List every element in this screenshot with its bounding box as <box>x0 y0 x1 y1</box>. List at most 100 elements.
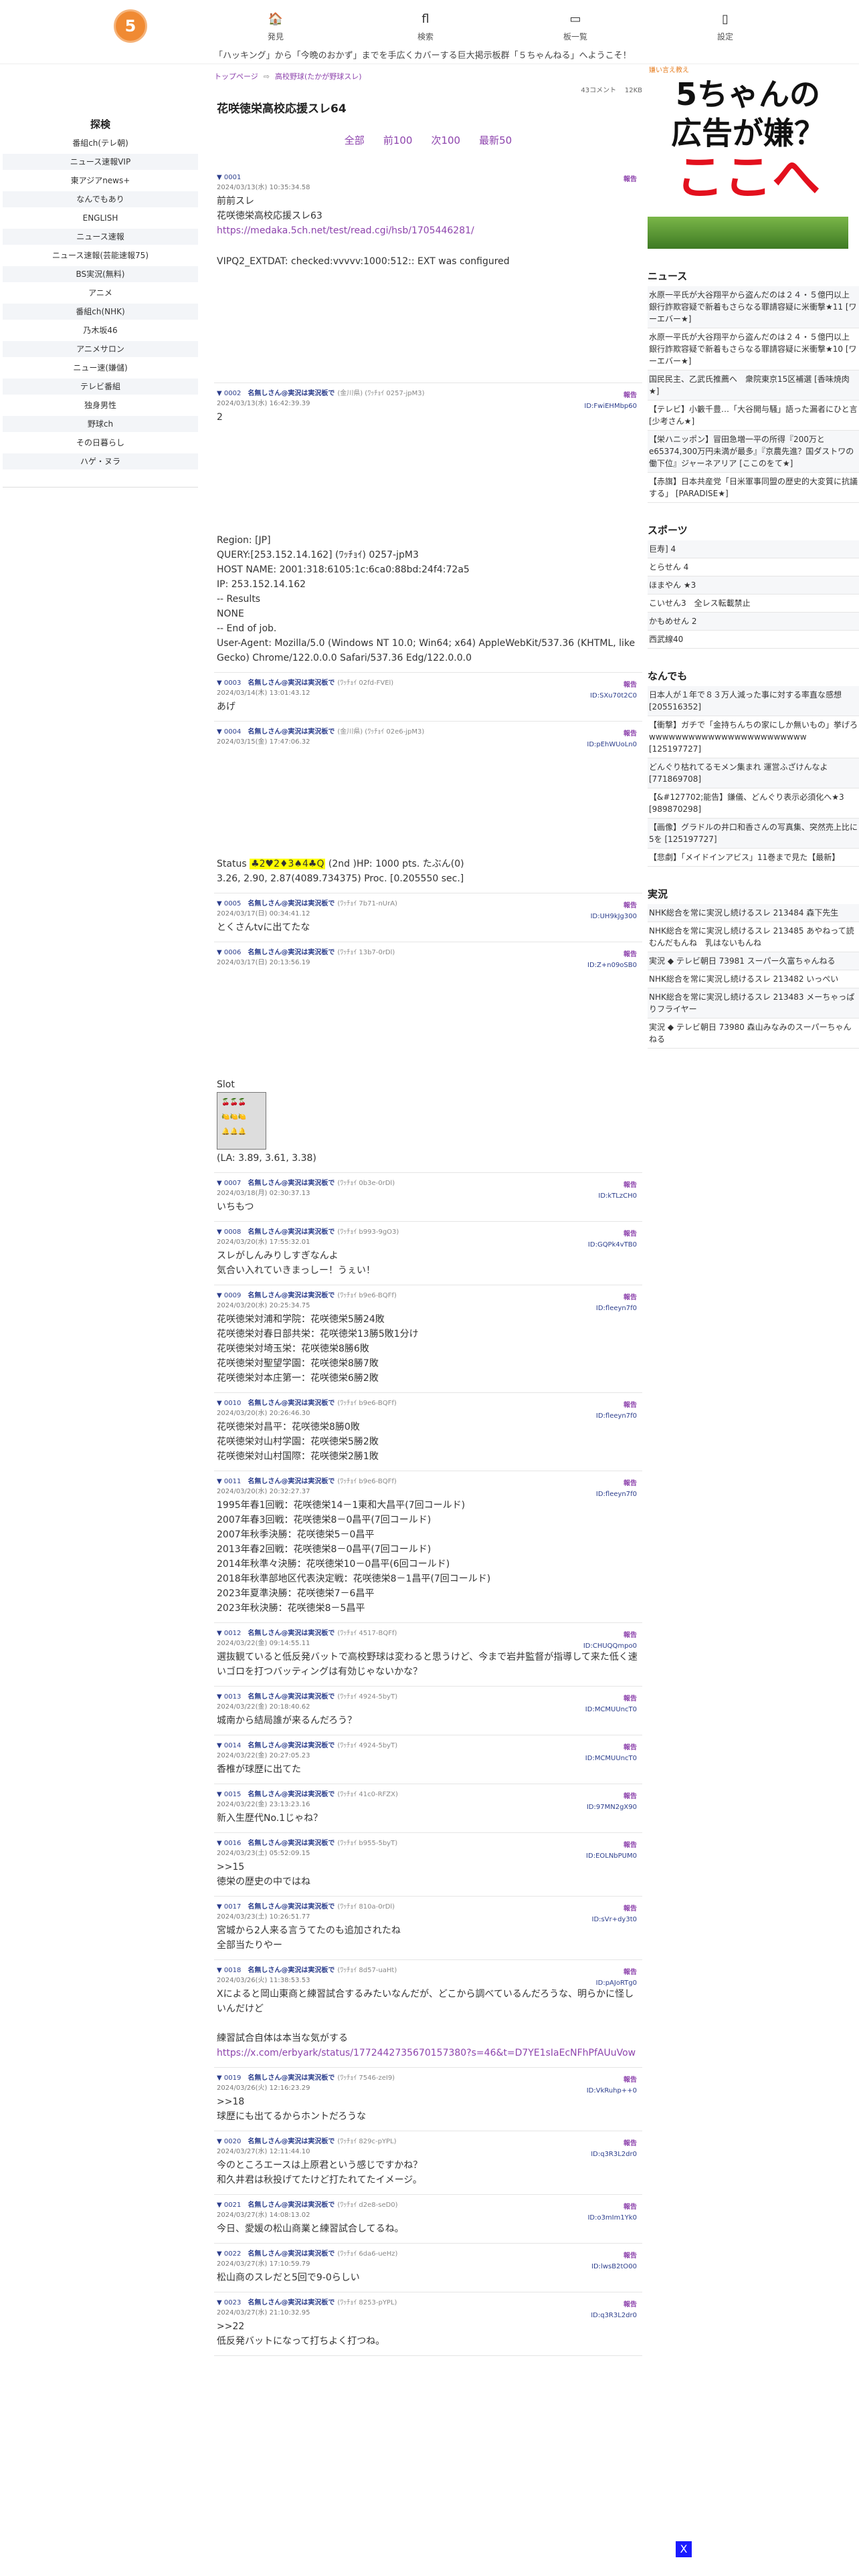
post-number-value[interactable]: 0018 <box>224 1967 241 1974</box>
sidebar-item[interactable]: 乃木坂46 <box>3 322 198 338</box>
post-number-value[interactable]: 0003 <box>224 679 241 687</box>
post-id[interactable]: ID:FwiEHMbp60 <box>584 399 637 414</box>
post-id[interactable]: ID:UH9kJg300 <box>591 909 637 924</box>
post-number[interactable]: ▼ 0020 <box>217 2138 241 2145</box>
sidebar-item[interactable]: ニュース速報VIP <box>3 154 198 170</box>
post-id[interactable]: ID:MCMUUncT0 <box>585 1703 637 1717</box>
sidebar-item[interactable]: 番組ch(NHK) <box>3 304 198 320</box>
post-number[interactable]: ▼ 0014 <box>217 1742 241 1749</box>
post-number[interactable]: ▼ 0006 <box>217 949 241 956</box>
pager-all[interactable]: 全部 <box>345 134 365 146</box>
sidebar-item[interactable]: 東アジアnews+ <box>3 173 198 189</box>
post-number[interactable]: ▼ 0022 <box>217 2250 241 2258</box>
post-id[interactable]: ID:GQPk4vTB0 <box>588 1238 637 1253</box>
section-item[interactable]: NHK総合を常に実況し続けるスレ 213483 メーちゃっぱりフライヤー <box>648 988 859 1018</box>
post-number[interactable]: ▼ 0001 <box>217 174 241 181</box>
post-number-value[interactable]: 0002 <box>224 390 241 397</box>
sidebar-item[interactable]: 番組ch(テレ朝) <box>3 135 198 151</box>
section-item[interactable]: 実況 ◆ テレビ朝日 73981 スーパー久富ちゃんねる <box>648 952 859 970</box>
section-item[interactable]: 【画像】グラドルの井口和香さんの写真集、突然売上比に5を [125197727] <box>648 819 859 849</box>
bottom-blue-box[interactable]: X <box>676 2541 692 2557</box>
post-id[interactable]: ID:97MN2gX90 <box>587 1800 637 1815</box>
site-logo[interactable]: 5 <box>114 9 147 43</box>
section-item[interactable]: 日本人が１年で８３万人減った事に対する率直な感想 [205516352] <box>648 686 859 716</box>
section-item[interactable]: ほまやん ★3 <box>648 576 859 595</box>
post-id[interactable]: ID:o3mIm1Yk0 <box>587 2211 637 2226</box>
sidebar-item[interactable]: アニメ <box>3 285 198 301</box>
post-number[interactable]: ▼ 0003 <box>217 679 241 687</box>
post-number-value[interactable]: 0013 <box>224 1693 241 1701</box>
section-item[interactable]: 巨寿] 4 <box>648 540 859 558</box>
post-number-value[interactable]: 0001 <box>224 174 241 181</box>
post-id[interactable]: ID:sVr+dy3t0 <box>592 1913 637 1927</box>
post-number[interactable]: ▼ 0012 <box>217 1630 241 1637</box>
post-number[interactable]: ▼ 0005 <box>217 900 241 907</box>
post-number[interactable]: ▼ 0004 <box>217 728 241 736</box>
sidebar-item[interactable]: テレビ番組 <box>3 379 198 395</box>
sidebar-item[interactable]: 独身男性 <box>3 397 198 413</box>
post-number[interactable]: ▼ 0023 <box>217 2299 241 2306</box>
section-item[interactable]: 国民民主、乙武氏推薦へ 衆院東京15区補選 [香味焼肉★] <box>648 370 859 401</box>
post-number-value[interactable]: 0014 <box>224 1742 241 1749</box>
post-id[interactable]: ID:Z+n09oSB0 <box>587 958 637 973</box>
post-id[interactable]: ID:pEhWUoLn0 <box>587 738 637 752</box>
post-id[interactable]: ID:q3R3L2dr0 <box>591 2147 637 2162</box>
section-item[interactable]: 【衝撃】ガチで「金持ちんちの家にしか無いもの」挙げろ wwwwwwwwwwwww… <box>648 716 859 758</box>
section-item[interactable]: NHK総合を常に実況し続けるスレ 213482 いっぺい <box>648 970 859 988</box>
post-id[interactable]: ID:fleeyn7f0 <box>596 1301 637 1316</box>
breadcrumb-board[interactable]: 高校野球(たかが野球スレ) <box>275 72 362 81</box>
post-number-value[interactable]: 0011 <box>224 1478 241 1485</box>
post-number-value[interactable]: 0022 <box>224 2250 241 2258</box>
section-item[interactable]: 【&#127702;能告】鎌儀、どんぐり表示必須化へ★3 [989870298] <box>648 788 859 819</box>
section-item[interactable]: 水原一平氏が大谷翔平から盗んだのは２４・５億円以上 銀行詐欺容疑で新着もさらなる… <box>648 286 859 328</box>
post-number[interactable]: ▼ 0010 <box>217 1400 241 1407</box>
post-number-value[interactable]: 0005 <box>224 900 241 907</box>
post-id[interactable]: ID:EOLNbPUM0 <box>586 1849 637 1864</box>
sidebar-item[interactable]: アニメサロン <box>3 341 198 357</box>
section-item[interactable]: 【悲劇】「メイドインアビス」11巻まで見た【最新】 <box>648 849 859 867</box>
pager-prev100[interactable]: 前100 <box>383 134 413 146</box>
post-number-value[interactable]: 0019 <box>224 2074 241 2082</box>
post-number-value[interactable]: 0007 <box>224 1180 241 1187</box>
post-number[interactable]: ▼ 0016 <box>217 1840 241 1847</box>
post-id[interactable]: ID:CHUQQmpo0 <box>583 1639 637 1654</box>
post-id[interactable]: ID:fleeyn7f0 <box>596 1487 637 1502</box>
post-number[interactable]: ▼ 0018 <box>217 1967 241 1974</box>
section-item[interactable]: かもめせん 2 <box>648 613 859 631</box>
post-number-value[interactable]: 0016 <box>224 1840 241 1847</box>
post-id[interactable]: ID:lwsB2tO00 <box>591 2260 637 2274</box>
section-item[interactable]: NHK総合を常に実況し続けるスレ 213484 森下先生 <box>648 904 859 922</box>
nav-discover[interactable]: 🏠 発見 <box>235 12 316 42</box>
post-number-value[interactable]: 0004 <box>224 728 241 736</box>
post-id[interactable]: ID:kTLzCH0 <box>598 1189 637 1204</box>
post-id[interactable]: ID:q3R3L2dr0 <box>591 2309 637 2323</box>
ad-header[interactable]: 嫌い言え教え <box>649 64 859 74</box>
post-number[interactable]: ▼ 0002 <box>217 390 241 397</box>
sidebar-item[interactable]: ハゲ・ヌラ <box>3 453 198 469</box>
post-number-value[interactable]: 0010 <box>224 1400 241 1407</box>
post-number-value[interactable]: 0017 <box>224 1903 241 1911</box>
post-link[interactable]: https://x.com/erbyark/status/17724427356… <box>217 2048 636 2058</box>
post-number-value[interactable]: 0008 <box>224 1228 241 1236</box>
post-number[interactable]: ▼ 0007 <box>217 1180 241 1187</box>
post-number-value[interactable]: 0009 <box>224 1292 241 1299</box>
post-number[interactable]: ▼ 0009 <box>217 1292 241 1299</box>
post-link[interactable]: https://medaka.5ch.net/test/read.cgi/hsb… <box>217 225 474 236</box>
post-number-value[interactable]: 0020 <box>224 2138 241 2145</box>
section-item[interactable]: 【栄ハニッポン】冒田急増一平の所得『200万とe65374,300万円未満が最多… <box>648 431 859 473</box>
post-number[interactable]: ▼ 0021 <box>217 2202 241 2209</box>
post-number-value[interactable]: 0023 <box>224 2299 241 2306</box>
ad-banner[interactable]: 5ちゃんの 広告が嫌？ ここへ <box>648 74 848 249</box>
nav-boards[interactable]: ▭ 板一覧 <box>535 12 615 42</box>
sidebar-item[interactable]: ENGLISH <box>3 210 198 226</box>
post-number[interactable]: ▼ 0017 <box>217 1903 241 1911</box>
post-number-value[interactable]: 0006 <box>224 949 241 956</box>
section-item[interactable]: 実況 ◆ テレビ朝日 73980 森山みなみのスーパーちゃんねる <box>648 1018 859 1049</box>
nav-settings[interactable]: ▯ 設定 <box>685 12 765 42</box>
report-link[interactable]: 報告 <box>624 173 637 187</box>
post-number[interactable]: ▼ 0008 <box>217 1228 241 1236</box>
post-id[interactable]: ID:fleeyn7f0 <box>596 1409 637 1424</box>
post-number[interactable]: ▼ 0015 <box>217 1791 241 1798</box>
section-item[interactable]: 西武線40 <box>648 631 859 649</box>
sidebar-item[interactable]: なんでもあり <box>3 191 198 207</box>
